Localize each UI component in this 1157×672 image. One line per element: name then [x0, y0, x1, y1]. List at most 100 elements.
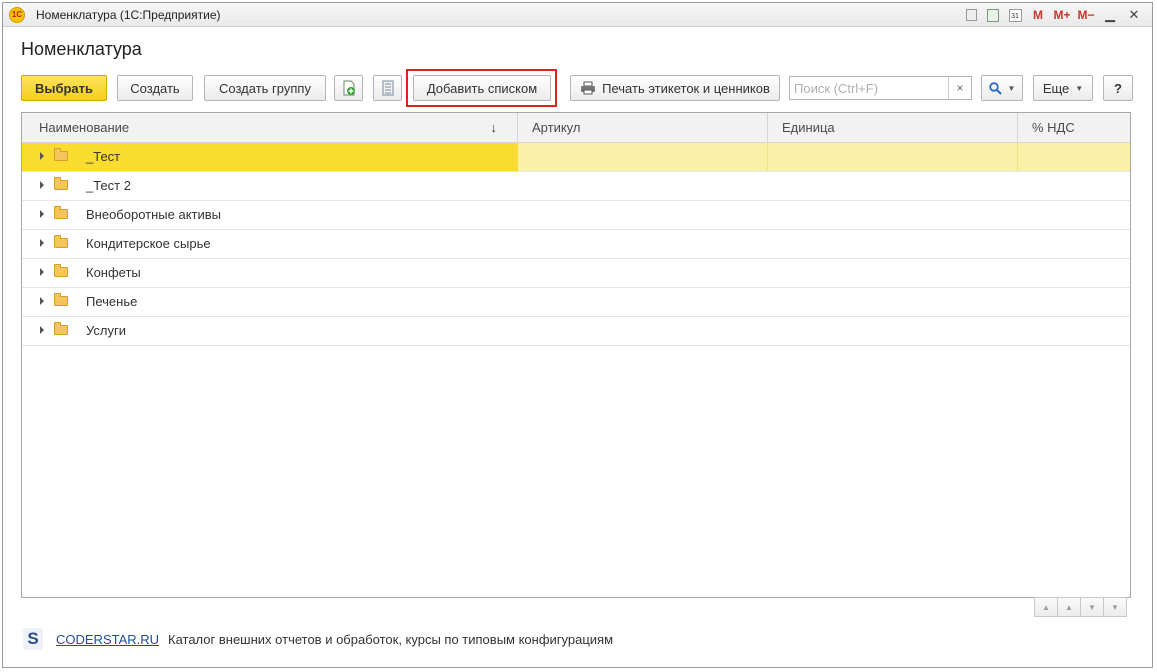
cell-name[interactable]: _Тест 2: [22, 172, 518, 200]
list-navigation: ▲ ▲ ▼ ▼: [1034, 597, 1127, 617]
cell-article[interactable]: [518, 288, 768, 316]
item-name: Печенье: [86, 294, 138, 309]
cell-name[interactable]: Конфеты: [22, 259, 518, 287]
table-row[interactable]: Кондитерское сырье: [22, 230, 1130, 259]
close-icon[interactable]: ✕: [1122, 5, 1146, 25]
cell-unit[interactable]: [768, 143, 1018, 171]
cell-vat[interactable]: [1018, 172, 1130, 200]
cell-name[interactable]: Печенье: [22, 288, 518, 316]
items-table: Наименование ↓ Артикул Единица % НДС _Те…: [21, 112, 1131, 598]
print-labels-button[interactable]: Печать этикеток и ценников: [570, 75, 780, 101]
cell-name[interactable]: Внеоборотные активы: [22, 201, 518, 229]
scroll-to-bottom-icon[interactable]: ▼: [1103, 597, 1127, 617]
add-copy-icon: [343, 80, 355, 96]
memory-store-button[interactable]: M: [1026, 5, 1050, 25]
cell-unit[interactable]: [768, 172, 1018, 200]
footer-description: Каталог внешних отчетов и обработок, кур…: [168, 632, 614, 647]
folder-icon: [54, 322, 68, 335]
expand-arrow-icon[interactable]: [40, 181, 44, 189]
memory-subtract-button[interactable]: M−: [1074, 5, 1098, 25]
scroll-down-icon[interactable]: ▼: [1080, 597, 1104, 617]
expand-arrow-icon[interactable]: [40, 268, 44, 276]
cell-vat[interactable]: [1018, 259, 1130, 287]
cell-name[interactable]: _Тест: [22, 143, 518, 171]
cell-article[interactable]: [518, 143, 768, 171]
minimize-icon[interactable]: ▁: [1098, 5, 1122, 25]
expand-arrow-icon[interactable]: [40, 326, 44, 334]
table-header: Наименование ↓ Артикул Единица % НДС: [22, 113, 1130, 143]
command-bar: Выбрать Создать Создать группу Добавить …: [21, 69, 1133, 107]
sort-down-icon: ↓: [490, 120, 498, 135]
help-button[interactable]: ?: [1103, 75, 1133, 101]
calendar-icon[interactable]: 31: [1004, 5, 1026, 25]
copy-button[interactable]: [334, 75, 363, 101]
cell-name[interactable]: Услуги: [22, 317, 518, 345]
chevron-down-icon: ▼: [1075, 83, 1084, 93]
search-icon: [988, 81, 1002, 95]
footer-link[interactable]: CODERSTAR.RU: [56, 632, 159, 647]
cell-vat[interactable]: [1018, 230, 1130, 258]
folder-icon: [54, 148, 68, 161]
scroll-to-top-icon[interactable]: ▲: [1034, 597, 1058, 617]
item-name: Услуги: [86, 323, 126, 338]
search-box: ×: [789, 76, 972, 100]
expand-arrow-icon[interactable]: [40, 210, 44, 218]
item-name: Конфеты: [86, 265, 141, 280]
title-bar-controls: 31 M M+ M− ▁ ✕: [960, 5, 1146, 25]
search-options-button[interactable]: ▼: [981, 75, 1023, 101]
cell-name[interactable]: Кондитерское сырье: [22, 230, 518, 258]
column-header-vat[interactable]: % НДС: [1018, 113, 1130, 142]
table-row[interactable]: Конфеты: [22, 259, 1130, 288]
table-row[interactable]: Услуги: [22, 317, 1130, 346]
calculator-icon[interactable]: [982, 5, 1004, 25]
create-group-button[interactable]: Создать группу: [204, 75, 326, 101]
table-body: _Тест _Тест 2 Внеоборотные активы Кондитерс…: [22, 143, 1130, 346]
list-settings-button[interactable]: [373, 75, 402, 101]
item-name: _Тест 2: [86, 178, 131, 193]
table-row[interactable]: Печенье: [22, 288, 1130, 317]
column-header-name[interactable]: Наименование ↓: [22, 113, 518, 142]
cell-article[interactable]: [518, 201, 768, 229]
memory-add-button[interactable]: M+: [1050, 5, 1074, 25]
list-lines-icon: [382, 80, 393, 96]
printer-icon: [581, 81, 596, 95]
cell-vat[interactable]: [1018, 288, 1130, 316]
window-title: Номенклатура (1С:Предприятие): [36, 8, 221, 22]
more-button[interactable]: Еще ▼: [1033, 75, 1093, 101]
table-row[interactable]: Внеоборотные активы: [22, 201, 1130, 230]
chevron-down-icon: ▼: [1007, 83, 1016, 93]
cell-article[interactable]: [518, 317, 768, 345]
print-labels-label: Печать этикеток и ценников: [602, 80, 770, 96]
cell-vat[interactable]: [1018, 201, 1130, 229]
cell-article[interactable]: [518, 259, 768, 287]
cell-article[interactable]: [518, 172, 768, 200]
table-row[interactable]: _Тест 2: [22, 172, 1130, 201]
print-preview-icon[interactable]: [960, 5, 982, 25]
create-button[interactable]: Создать: [117, 75, 193, 101]
expand-arrow-icon[interactable]: [40, 297, 44, 305]
cell-unit[interactable]: [768, 230, 1018, 258]
cell-unit[interactable]: [768, 201, 1018, 229]
cell-article[interactable]: [518, 230, 768, 258]
item-name: _Тест: [86, 149, 121, 164]
folder-icon: [54, 264, 68, 277]
cell-vat[interactable]: [1018, 317, 1130, 345]
cell-unit[interactable]: [768, 317, 1018, 345]
scroll-up-icon[interactable]: ▲: [1057, 597, 1081, 617]
folder-icon: [54, 206, 68, 219]
cell-vat[interactable]: [1018, 143, 1130, 171]
select-button[interactable]: Выбрать: [21, 75, 107, 101]
expand-arrow-icon[interactable]: [40, 239, 44, 247]
folder-icon: [54, 293, 68, 306]
table-row[interactable]: _Тест: [22, 143, 1130, 172]
folder-icon: [54, 235, 68, 248]
search-input[interactable]: [790, 77, 948, 99]
column-header-unit[interactable]: Единица: [768, 113, 1018, 142]
cell-unit[interactable]: [768, 288, 1018, 316]
column-header-article[interactable]: Артикул: [518, 113, 768, 142]
expand-arrow-icon[interactable]: [40, 152, 44, 160]
cell-unit[interactable]: [768, 259, 1018, 287]
search-clear-button[interactable]: ×: [948, 77, 971, 99]
item-name: Внеоборотные активы: [86, 207, 222, 222]
add-list-button[interactable]: Добавить списком: [413, 75, 551, 101]
